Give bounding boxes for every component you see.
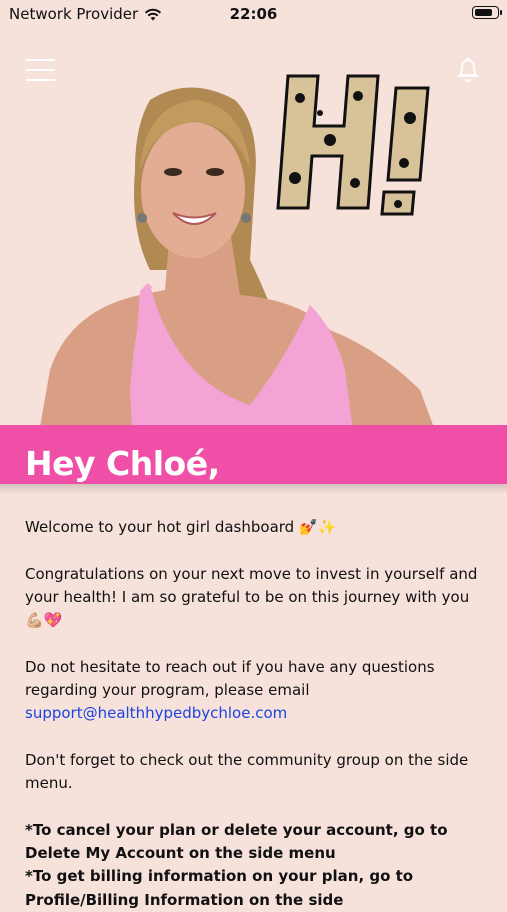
support-email-link[interactable]: support@healthhypedbychloe.com: [25, 704, 287, 722]
cancel-note: *To cancel your plan or delete your acco…: [25, 820, 448, 863]
greeting-title: Hey Chloé,: [25, 444, 220, 483]
contact-paragraph: Do not hesitate to reach out if you have…: [25, 656, 485, 726]
battery-icon: [472, 6, 502, 19]
hi-logo: [276, 74, 430, 216]
hero-shadow: [0, 484, 507, 494]
billing-note: *To get billing information on your plan…: [25, 867, 414, 909]
congrats-text: Congratulations on your next move to inv…: [25, 564, 478, 630]
dashboard-content: Welcome to your hot girl dashboard 💅✨ Co…: [25, 516, 485, 912]
bell-icon[interactable]: [455, 56, 481, 84]
battery-fill: [475, 9, 492, 16]
contact-text: Do not hesitate to reach out if you have…: [25, 657, 435, 700]
status-bar: Network Provider 22:06: [0, 0, 507, 30]
community-text: Don't forget to check out the community …: [25, 750, 469, 793]
welcome-text: Welcome to your hot girl dashboard 💅✨: [25, 518, 337, 536]
status-time: 22:06: [229, 5, 278, 23]
hamburger-menu-icon[interactable]: [26, 59, 55, 81]
